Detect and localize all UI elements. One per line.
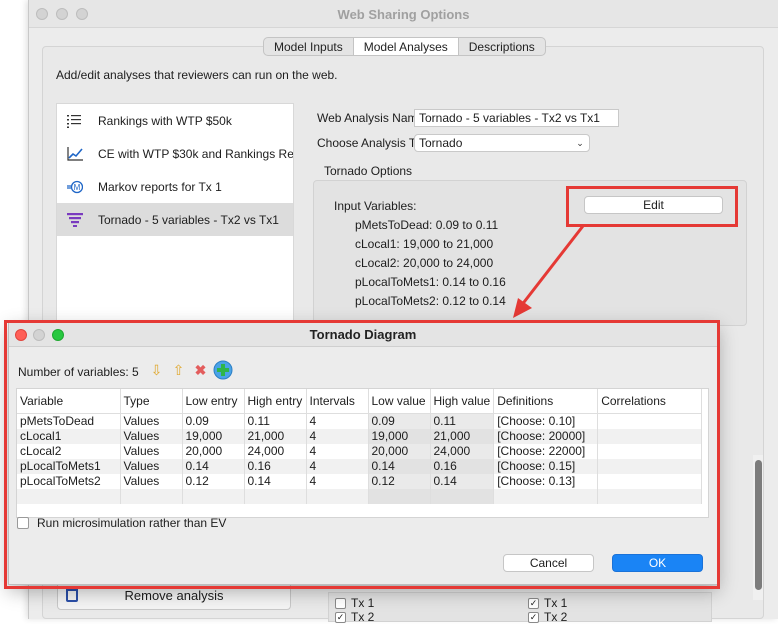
tx2-checkbox-right[interactable]: ✓ Tx 2	[528, 610, 567, 624]
analysis-name-label: Web Analysis Name:	[317, 111, 428, 125]
scrollbar-thumb[interactable]	[755, 460, 762, 590]
checkbox-box[interactable]: ✓	[335, 611, 346, 623]
annotation-arrow	[513, 225, 585, 318]
title-bar: Web Sharing Options	[29, 0, 778, 28]
chevron-down-icon: ⌄	[576, 138, 584, 148]
dialog-highlight-box	[4, 320, 720, 589]
list-item[interactable]: M Markov reports for Tx 1	[57, 170, 293, 203]
input-variable-item: pMetsToDead: 0.09 to 0.11	[355, 218, 499, 232]
tx1-checkbox-left[interactable]: Tx 1	[335, 596, 374, 610]
list-item-label: Markov reports for Tx 1	[98, 179, 222, 194]
list-item-label: CE with WTP $30k and Rankings Rep	[98, 146, 293, 161]
markov-icon: M	[67, 180, 84, 194]
list-item-label: Tornado - 5 variables - Tx2 vs Tx1	[98, 212, 279, 227]
tornado-options-heading: Tornado Options	[324, 164, 413, 178]
window-title: Web Sharing Options	[337, 7, 470, 22]
analysis-name-input[interactable]: Tornado - 5 variables - Tx2 vs Tx1	[414, 109, 619, 127]
input-variables-label: Input Variables:	[334, 199, 417, 213]
tx2-checkbox-left[interactable]: ✓ Tx 2	[335, 610, 374, 624]
tab-model-analyses[interactable]: Model Analyses	[353, 38, 459, 55]
input-variable-item: cLocal2: 20,000 to 24,000	[355, 256, 494, 270]
svg-text:M: M	[74, 183, 81, 192]
tab-descriptions[interactable]: Descriptions	[459, 38, 545, 55]
list-item-selected[interactable]: Tornado - 5 variables - Tx2 vs Tx1	[57, 203, 293, 236]
checkbox-box[interactable]: ✓	[528, 611, 539, 623]
analysis-type-value: Tornado	[419, 136, 463, 150]
list-item-label: Rankings with WTP $50k	[98, 113, 232, 128]
trash-icon	[66, 588, 78, 602]
input-variable-item: pLocalToMets2: 0.12 to 0.14	[355, 294, 506, 308]
rankings-icon	[67, 114, 83, 128]
input-variable-item: cLocal1: 19,000 to 21,000	[355, 237, 494, 251]
ce-graph-icon	[67, 146, 83, 161]
tab-bar: Model Inputs Model Analyses Descriptions	[263, 37, 546, 56]
tx1-checkbox-right[interactable]: ✓ Tx 1	[528, 596, 567, 610]
checkbox-label: Tx 1	[351, 596, 375, 610]
checkbox-box[interactable]: ✓	[528, 597, 539, 609]
panel-description: Add/edit analyses that reviewers can run…	[56, 68, 338, 82]
remove-analysis-label: Remove analysis	[124, 588, 224, 603]
edit-highlight-box	[566, 186, 738, 227]
tornado-icon	[67, 212, 83, 227]
tab-model-inputs[interactable]: Model Inputs	[264, 38, 354, 55]
list-item[interactable]: Rankings with WTP $50k	[57, 104, 293, 137]
checkbox-box[interactable]	[335, 597, 346, 609]
treatment-options-box	[328, 592, 712, 622]
list-item[interactable]: CE with WTP $30k and Rankings Rep	[57, 137, 293, 170]
checkbox-label: Tx 1	[544, 596, 568, 610]
checkbox-label: Tx 2	[544, 610, 568, 624]
checkbox-label: Tx 2	[351, 610, 375, 624]
analysis-type-select[interactable]: Tornado ⌄	[414, 134, 590, 152]
input-variable-item: pLocalToMets1: 0.14 to 0.16	[355, 275, 506, 289]
